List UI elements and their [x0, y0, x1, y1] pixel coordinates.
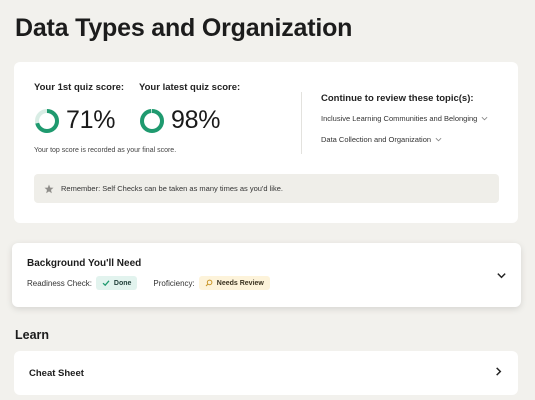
- background-title: Background You'll Need: [27, 258, 142, 269]
- readiness-label: Readiness Check:: [27, 278, 92, 288]
- chevron-down-icon: [481, 116, 488, 121]
- cheat-sheet-label: Cheat Sheet: [29, 368, 84, 379]
- background-meta: Readiness Check: Done Proficiency: Needs…: [27, 276, 270, 290]
- proficiency-badge: Needs Review: [198, 276, 270, 290]
- score-note: Your top score is recorded as your final…: [34, 147, 177, 154]
- chevron-down-icon: [435, 137, 442, 142]
- magnifier-icon: [205, 279, 213, 287]
- latest-score-ring-icon: [140, 108, 164, 133]
- background-needed-card[interactable]: Background You'll Need Readiness Check: …: [12, 243, 521, 307]
- quiz-score-card: Your 1st quiz score: 71% Your latest qui…: [14, 62, 518, 223]
- learn-section-title: Learn: [15, 328, 50, 342]
- reminder-text: Remember: Self Checks can be taken as ma…: [61, 184, 283, 193]
- review-topic-inclusive-learning[interactable]: Inclusive Learning Communities and Belon…: [321, 114, 488, 123]
- proficiency-label: Proficiency:: [153, 278, 195, 288]
- first-score-ring-icon: [35, 108, 59, 133]
- review-topic-label: Inclusive Learning Communities and Belon…: [321, 114, 478, 123]
- first-score-value: 71%: [66, 106, 116, 134]
- chevron-right-icon[interactable]: [493, 366, 504, 377]
- readiness-badge: Done: [95, 276, 138, 290]
- page-title: Data Types and Organization: [15, 14, 353, 42]
- reminder-banner: Remember: Self Checks can be taken as ma…: [34, 174, 499, 203]
- chevron-down-icon[interactable]: [496, 270, 507, 281]
- review-topics-title: Continue to review these topic(s):: [321, 93, 474, 104]
- review-topic-label: Data Collection and Organization: [321, 135, 432, 144]
- divider: [301, 92, 302, 154]
- readiness-badge-label: Done: [113, 279, 132, 287]
- proficiency-badge-label: Needs Review: [216, 279, 264, 287]
- latest-score-label: Your latest quiz score:: [139, 82, 241, 93]
- first-score: 71%: [34, 106, 115, 135]
- cheat-sheet-card[interactable]: Cheat Sheet: [14, 351, 518, 395]
- review-topic-data-collection[interactable]: Data Collection and Organization: [321, 135, 442, 144]
- star-icon: [44, 184, 54, 193]
- latest-score-value: 98%: [171, 106, 221, 134]
- latest-score: 98%: [139, 106, 220, 135]
- first-score-label: Your 1st quiz score:: [34, 82, 125, 93]
- checkmark-icon: [102, 280, 110, 287]
